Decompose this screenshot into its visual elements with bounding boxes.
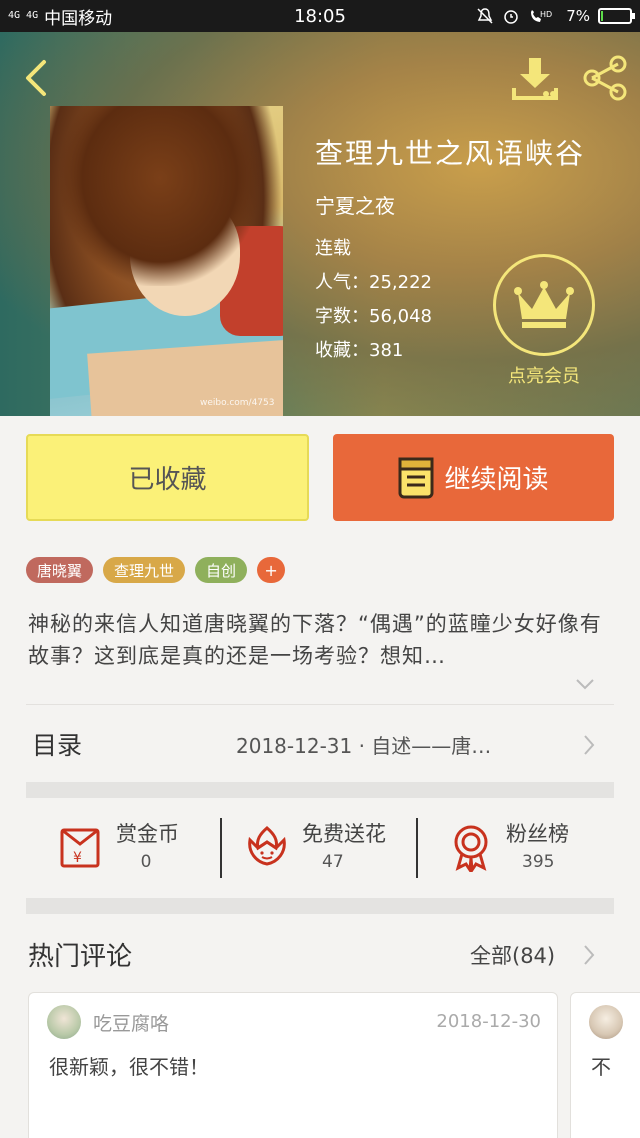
- comment-text: 不: [591, 1055, 611, 1079]
- vip-label: 点亮会员: [508, 366, 580, 387]
- tag-item[interactable]: 唐晓翼: [26, 557, 94, 583]
- stats-row: ¥ 赏金币 0 免费送花 47 粉丝榜 395: [26, 816, 614, 880]
- alarm-icon: [504, 10, 518, 24]
- divider: [26, 704, 614, 705]
- comment-text: 很新颖，很不错！: [49, 1055, 209, 1079]
- status-bar: 4G 4G 中国移动 18:05 HD 7%: [0, 0, 640, 32]
- tag-item[interactable]: 自创: [195, 557, 248, 583]
- reward-coins-button[interactable]: ¥ 赏金币 0: [56, 816, 226, 880]
- continue-label: 继续阅读: [444, 465, 549, 495]
- book-title: 查理九世之风语峡谷: [315, 137, 586, 170]
- mute-icon: [477, 8, 493, 24]
- red-envelope-icon: ¥: [60, 828, 100, 868]
- all-comments-link[interactable]: 全部(84): [470, 940, 555, 970]
- book-author[interactable]: 宁夏之夜: [315, 190, 395, 219]
- vip-button[interactable]: 点亮会员: [492, 254, 596, 390]
- collected-label: 已收藏: [128, 465, 207, 495]
- comment-username[interactable]: 吃豆腐咯: [93, 1009, 169, 1036]
- crown-circle: [493, 254, 595, 356]
- book-favorites: 收藏：381: [315, 340, 404, 361]
- svg-text:¥: ¥: [73, 850, 82, 866]
- download-icon[interactable]: [510, 54, 560, 104]
- collected-button[interactable]: 已收藏: [26, 434, 309, 521]
- tag-list: 唐晓翼 查理九世 自创 +: [26, 557, 286, 583]
- avatar[interactable]: [47, 1005, 81, 1039]
- chevron-right-icon[interactable]: [582, 943, 596, 967]
- continue-reading-button[interactable]: 继续阅读: [333, 434, 614, 521]
- medal-icon: [454, 825, 488, 872]
- fans-value: 395: [522, 852, 555, 872]
- reward-value: 0: [140, 852, 152, 872]
- chevron-down-icon[interactable]: [574, 676, 596, 692]
- share-icon[interactable]: [578, 52, 630, 104]
- book-info: 连载 人气：25,222 字数：56,048 收藏：381: [315, 232, 432, 368]
- battery-percent: 7%: [566, 7, 590, 25]
- book-status: 连载: [315, 238, 351, 259]
- hot-comments-title: 热门评论: [28, 942, 133, 972]
- stats-separator: [416, 818, 418, 878]
- comment-card[interactable]: 不: [570, 992, 640, 1138]
- svg-text:HD: HD: [540, 10, 552, 19]
- flower-icon: [248, 826, 286, 866]
- status-right: HD 7%: [476, 0, 635, 32]
- cover-watermark: weibo.com/4753: [200, 398, 275, 408]
- book-header: weibo.com/4753 查理九世之风语峡谷 宁夏之夜 连载 人气：25,2…: [0, 32, 640, 416]
- tag-item[interactable]: 查理九世: [103, 557, 186, 583]
- back-icon[interactable]: [18, 56, 52, 100]
- book-word-count: 字数：56,048: [315, 306, 432, 327]
- section-separator: [26, 898, 614, 914]
- hd-call-icon: HD: [531, 10, 552, 22]
- toc-label[interactable]: 目录: [32, 726, 82, 762]
- battery-level: [601, 11, 603, 21]
- avatar[interactable]: [589, 1005, 623, 1039]
- book-icon: [398, 457, 434, 498]
- fans-label: 粉丝榜: [506, 822, 569, 846]
- book-description[interactable]: 神秘的来信人知道唐晓翼的下落？“偶遇”的蓝瞳少女好像有故事？这到底是真的还是一场…: [28, 608, 612, 672]
- send-flower-button[interactable]: 免费送花 47: [242, 816, 422, 880]
- comment-date: 2018-12-30: [436, 1011, 541, 1032]
- flower-label: 免费送花: [302, 822, 386, 846]
- book-popularity: 人气：25,222: [315, 272, 432, 293]
- crown-icon: [514, 281, 574, 328]
- section-separator: [26, 782, 614, 798]
- stats-separator: [220, 818, 222, 878]
- book-cover[interactable]: weibo.com/4753: [50, 106, 283, 416]
- chevron-right-icon[interactable]: [582, 733, 596, 757]
- flower-value: 47: [322, 852, 344, 872]
- cover-hair: [60, 106, 260, 286]
- add-tag-button[interactable]: +: [257, 557, 286, 583]
- toc-latest-chapter[interactable]: 2018-12-31 · 自述——唐…: [236, 730, 566, 759]
- reward-label: 赏金币: [116, 822, 179, 846]
- battery-icon: [598, 8, 635, 24]
- comment-card[interactable]: 吃豆腐咯 2018-12-30 很新颖，很不错！: [28, 992, 558, 1138]
- fan-ranking-button[interactable]: 粉丝榜 395: [446, 816, 616, 880]
